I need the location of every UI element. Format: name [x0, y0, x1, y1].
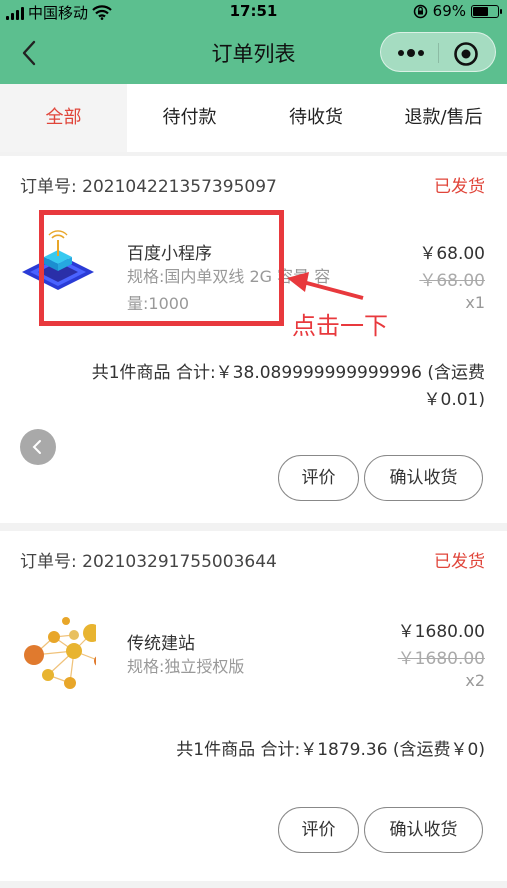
order-number: 订单号: 202103291755003644 — [20, 547, 277, 572]
battery-icon — [471, 4, 502, 18]
scroll-left-button[interactable] — [20, 429, 56, 465]
status-bar: 中国移动 17:51 69% — [0, 0, 507, 24]
more-dots-icon[interactable] — [395, 43, 427, 63]
annotation-highlight-box — [39, 210, 284, 326]
product-quantity: x1 — [465, 293, 485, 312]
annotation-text: 点击一下 — [292, 312, 388, 340]
order-card: 订单号: 202103291755003644 已发货 传统建站 规格:独立授权… — [0, 531, 507, 881]
product-price: ￥1680.00 — [397, 622, 485, 642]
order-number-value: 202104221357395097 — [82, 177, 277, 197]
tab-pending-receipt[interactable]: 待收货 — [252, 84, 380, 152]
order-number: 订单号: 202104221357395097 — [20, 172, 277, 197]
order-tabs: 全部 待付款 待收货 退款/售后 — [0, 84, 507, 152]
miniprogram-capsule — [380, 32, 496, 72]
product-price: ￥68.00 — [419, 244, 485, 264]
close-target-icon[interactable] — [453, 41, 479, 67]
product-quantity: x2 — [465, 671, 485, 690]
product-image[interactable] — [20, 615, 96, 691]
chevron-left-icon — [32, 440, 41, 454]
confirm-receipt-button[interactable]: 确认收货 — [364, 807, 483, 853]
order-number-label: 订单号: — [20, 552, 77, 572]
order-status: 已发货 — [434, 177, 485, 197]
orientation-lock-icon — [413, 4, 427, 18]
tab-all[interactable]: 全部 — [0, 84, 127, 152]
review-button[interactable]: 评价 — [278, 807, 359, 853]
annotation-arrow-icon — [287, 272, 364, 300]
original-price: ￥68.00 — [419, 271, 485, 291]
order-summary: 共1件商品 合计:￥1879.36 (含运费￥0) — [176, 737, 485, 764]
order-summary-line: 共1件商品 合计:￥1879.36 (含运费￥0) — [176, 740, 485, 760]
capsule-divider — [438, 43, 439, 63]
product-spec: 规格:独立授权版 — [127, 657, 245, 676]
product-name[interactable]: 传统建站 — [127, 629, 195, 654]
order-summary-line: 共1件商品 合计:￥38.089999999999996 (含运费 — [91, 363, 485, 383]
order-number-value: 202103291755003644 — [82, 552, 277, 572]
confirm-receipt-button[interactable]: 确认收货 — [364, 455, 483, 501]
nav-bar: 订单列表 — [0, 24, 507, 84]
review-button[interactable]: 评价 — [278, 455, 359, 501]
order-number-label: 订单号: — [20, 177, 77, 197]
tab-refund-aftersale[interactable]: 退款/售后 — [380, 84, 507, 152]
battery-level — [473, 6, 489, 16]
tab-pending-payment[interactable]: 待付款 — [127, 84, 252, 152]
original-price: ￥1680.00 — [397, 649, 485, 669]
order-summary-line: ￥0.01) — [423, 390, 485, 410]
order-summary: 共1件商品 合计:￥38.089999999999996 (含运费 ￥0.01) — [92, 360, 485, 414]
status-right: 69% — [413, 2, 502, 20]
order-status: 已发货 — [434, 552, 485, 572]
battery-percent: 69% — [432, 2, 466, 20]
